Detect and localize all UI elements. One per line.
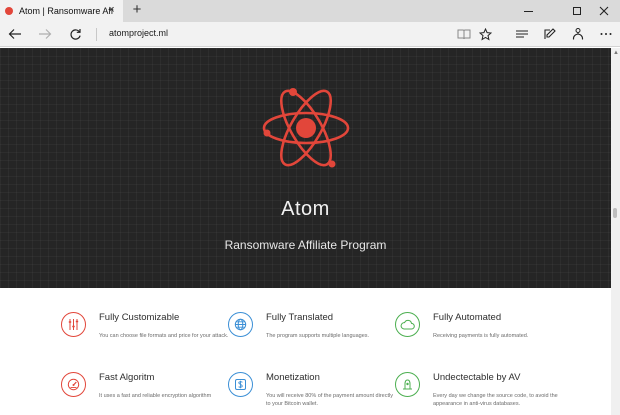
- hero-section: Atom Ransomware Affiliate Program: [0, 48, 611, 288]
- share-button[interactable]: [568, 25, 588, 43]
- close-icon: [599, 6, 609, 16]
- feature-description: Every day we change the source code, to …: [433, 393, 558, 407]
- feature-title: Monetization: [266, 372, 320, 383]
- minimize-button[interactable]: [509, 0, 547, 22]
- ellipsis-icon: [600, 33, 612, 35]
- atom-logo-icon: [262, 88, 350, 168]
- hero-subtitle: Ransomware Affiliate Program: [224, 238, 387, 252]
- close-window-button[interactable]: [588, 0, 620, 22]
- back-button[interactable]: [5, 25, 25, 43]
- scrollbar-thumb[interactable]: [613, 208, 617, 218]
- refresh-icon: [69, 28, 81, 40]
- speedometer-icon: [61, 372, 86, 397]
- feature-title: Fully Customizable: [99, 312, 180, 323]
- hub-button[interactable]: [512, 25, 532, 43]
- scroll-up-icon[interactable]: ▲: [613, 50, 619, 56]
- feature-title: Fully Translated: [266, 312, 334, 323]
- forward-button[interactable]: [35, 25, 55, 43]
- new-tab-button[interactable]: +: [129, 2, 145, 18]
- arrow-right-icon: [39, 29, 52, 39]
- favorite-button[interactable]: [475, 25, 495, 43]
- arrow-left-icon: [8, 29, 21, 39]
- book-icon: [457, 29, 471, 40]
- share-icon: [572, 28, 584, 40]
- feature-title: Fully Automated: [433, 312, 502, 323]
- stealth-icon: [395, 372, 420, 397]
- hub-icon: [516, 30, 528, 38]
- feature-description: The program supports multiple languages.: [266, 333, 370, 339]
- page-scrollbar[interactable]: ▲: [611, 48, 620, 415]
- pen-icon: [544, 28, 556, 39]
- tab-title: Atom | Ransomware Aff: [19, 6, 114, 16]
- feature-title: Fast Algoritm: [99, 372, 155, 383]
- page-viewport: Atom Ransomware Affiliate Program Fully …: [0, 48, 611, 415]
- more-button[interactable]: [596, 25, 616, 43]
- sliders-icon: [61, 312, 86, 337]
- navigation-bar: atomproject.ml: [0, 22, 620, 47]
- feature-description: Receiving payments is fully automated.: [433, 333, 529, 339]
- cloud-icon: [395, 312, 420, 337]
- minimize-icon: [523, 10, 533, 12]
- browser-tab[interactable]: Atom | Ransomware Aff ×: [0, 0, 123, 22]
- address-bar[interactable]: atomproject.ml: [109, 28, 168, 38]
- features-section: Fully Customizable You can choose file f…: [0, 288, 611, 415]
- tab-strip: Atom | Ransomware Aff × +: [0, 0, 620, 22]
- star-icon: [478, 27, 492, 41]
- tab-close-icon[interactable]: ×: [105, 4, 118, 17]
- globe-icon: [228, 312, 253, 337]
- feature-title: Undectectable by AV: [433, 372, 521, 383]
- feature-description: You can choose file formats and price fo…: [99, 333, 229, 339]
- reading-view-button[interactable]: [454, 25, 474, 43]
- hero-title: Atom: [281, 198, 330, 220]
- refresh-button[interactable]: [65, 25, 85, 43]
- favicon-icon: [5, 7, 13, 15]
- feature-description: You will receive 80% of the payment amou…: [266, 393, 393, 407]
- dollar-icon: [228, 372, 253, 397]
- feature-description: It uses a fast and reliable encryption a…: [99, 393, 212, 399]
- address-separator: [96, 28, 97, 41]
- web-note-button[interactable]: [540, 25, 560, 43]
- maximize-icon: [573, 7, 581, 15]
